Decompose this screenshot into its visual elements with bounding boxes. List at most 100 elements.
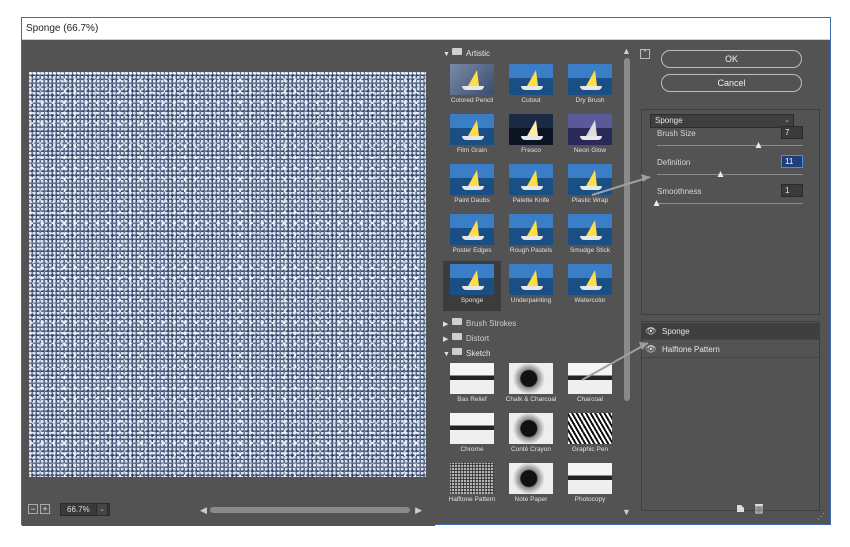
zoom-in-button[interactable]: +	[40, 504, 50, 514]
filter-label: Underpainting	[510, 297, 552, 304]
thumbnail-image	[509, 164, 553, 195]
group-label: Distort	[466, 334, 490, 343]
filter-thumb-rough-pastels[interactable]: Rough Pastels	[502, 211, 560, 261]
filter-label: Charcoal	[576, 396, 603, 403]
group-sketch[interactable]: ▼ Sketch	[443, 347, 490, 361]
group-brush-strokes[interactable]: ▶ Brush Strokes	[443, 317, 516, 331]
zoom-out-button[interactable]: −	[28, 504, 38, 514]
scroll-left-icon[interactable]: ◀	[200, 505, 207, 515]
filter-thumb-film-grain[interactable]: Film Grain	[443, 111, 501, 161]
filter-label: Fresco	[521, 147, 541, 154]
group-artistic[interactable]: ▼ Artistic	[443, 47, 490, 61]
filter-thumb-graphic-pen[interactable]: Graphic Pen	[561, 410, 619, 460]
filter-thumb-neon-glow[interactable]: Neon Glow	[561, 111, 619, 161]
folder-icon	[452, 333, 462, 340]
collapse-gallery-button[interactable]: ⌃	[640, 49, 650, 59]
scroll-down-icon[interactable]: ▼	[622, 507, 631, 517]
thumbnail-image	[450, 264, 494, 295]
thumbnail-image	[450, 64, 494, 95]
filter-label: Film Grain	[457, 147, 487, 154]
layer-name: Halftone Pattern	[662, 345, 720, 354]
filter-thumb-colored-pencil[interactable]: Colored Pencil	[443, 61, 501, 111]
ok-button[interactable]: OK	[661, 50, 802, 68]
filter-thumb-paint-daubs[interactable]: Paint Daubs	[443, 161, 501, 211]
filter-thumb-charcoal[interactable]: Charcoal	[561, 360, 619, 410]
filter-label: Colored Pencil	[450, 97, 494, 104]
thumbnail-image	[450, 363, 494, 394]
scroll-right-icon[interactable]: ▶	[415, 505, 422, 515]
slider-knob[interactable]	[653, 200, 660, 206]
folder-icon	[452, 348, 462, 355]
eye-icon[interactable]: 👁	[645, 341, 657, 358]
filter-thumb-plastic-wrap[interactable]: Plastic Wrap	[561, 161, 619, 211]
slider-knob[interactable]	[755, 142, 762, 148]
scroll-up-icon[interactable]: ▲	[622, 46, 631, 56]
filter-thumb-palette-knife[interactable]: Palette Knife	[502, 161, 560, 211]
filter-thumb-conte-crayon[interactable]: Conté Crayon	[502, 410, 560, 460]
filter-label: Poster Edges	[452, 247, 492, 254]
filter-thumb-bas-relief[interactable]: Bas Relief	[443, 360, 501, 410]
filter-thumb-chrome[interactable]: Chrome	[443, 410, 501, 460]
thumbnail-image	[568, 164, 612, 195]
filter-thumb-note-paper[interactable]: Note Paper	[502, 460, 560, 510]
filter-label: Note Paper	[514, 496, 548, 503]
filter-thumb-poster-edges[interactable]: Poster Edges	[443, 211, 501, 261]
filter-thumb-cutout[interactable]: Cutout	[502, 61, 560, 111]
brush-size-slider[interactable]	[657, 142, 803, 149]
filter-label: Neon Glow	[573, 147, 607, 154]
filter-select[interactable]: Sponge ⌄	[650, 114, 794, 128]
preview-canvas[interactable]	[29, 72, 426, 477]
param-label-definition: Definition	[657, 158, 691, 167]
filter-label: Rough Pastels	[509, 247, 553, 254]
slider-rail	[657, 145, 803, 146]
filter-gallery-window: Sponge (66.7%) − + 66.7% ⌄ ◀ ▶ ▼ Artistic…	[21, 17, 831, 526]
filter-thumb-smudge-stick[interactable]: Smudge Stick	[561, 211, 619, 261]
definition-field[interactable]: 11	[781, 155, 803, 168]
thumbnail-image	[450, 413, 494, 444]
new-layer-icon[interactable]	[736, 503, 746, 516]
filter-thumb-underpainting[interactable]: Underpainting	[502, 261, 560, 311]
filter-thumb-fresco[interactable]: Fresco	[502, 111, 560, 161]
resize-grip-icon[interactable]: ⋰	[817, 512, 827, 522]
scrollbar-thumb[interactable]	[210, 507, 410, 513]
thumbnail-image	[509, 413, 553, 444]
effect-layer-halftone-pattern[interactable]: 👁 Halftone Pattern	[642, 341, 819, 358]
cancel-button[interactable]: Cancel	[661, 74, 802, 92]
brush-size-field[interactable]: 7	[781, 126, 803, 139]
filter-thumb-dry-brush[interactable]: Dry Brush	[561, 61, 619, 111]
collapsed-chevron-icon: ▶	[443, 321, 449, 328]
slider-knob[interactable]	[717, 171, 724, 177]
slider-rail	[657, 174, 803, 175]
thumbnail-image	[450, 214, 494, 245]
preview-toolbar: − + 66.7% ⌄ ◀ ▶	[28, 502, 431, 518]
filter-thumb-chalk-charcoal[interactable]: Chalk & Charcoal	[502, 360, 560, 410]
trash-icon[interactable]	[754, 503, 764, 517]
collapsed-chevron-icon: ▶	[443, 336, 449, 343]
gallery-vertical-scrollbar[interactable]: ▲ ▼	[621, 46, 633, 521]
filter-select-value: Sponge	[655, 116, 683, 125]
filter-label: Smudge Stick	[569, 247, 611, 254]
param-label-brush-size: Brush Size	[657, 129, 696, 138]
eye-icon[interactable]: 👁	[645, 323, 657, 340]
thumbnail-image	[450, 164, 494, 195]
preview-horizontal-scrollbar[interactable]: ◀ ▶	[200, 505, 422, 515]
filter-label: Chalk & Charcoal	[505, 396, 557, 403]
filter-thumb-sponge[interactable]: Sponge	[443, 261, 501, 311]
filter-thumb-halftone-pattern[interactable]: Halftone Pattern	[443, 460, 501, 510]
definition-slider[interactable]	[657, 171, 803, 178]
group-label: Sketch	[466, 349, 491, 358]
scrollbar-thumb[interactable]	[624, 58, 630, 401]
thumbnail-image	[568, 264, 612, 295]
smoothness-slider[interactable]	[653, 200, 803, 207]
filter-label: Bas Relief	[457, 396, 487, 403]
effect-layer-sponge[interactable]: 👁 Sponge	[642, 323, 819, 340]
filter-thumb-photocopy[interactable]: Photocopy	[561, 460, 619, 510]
filter-gallery: ▼ Artistic Colored Pencil Cutout Dry Brus…	[441, 43, 621, 521]
zoom-dropdown[interactable]: ⌄	[96, 503, 108, 516]
filter-label: Graphic Pen	[571, 446, 609, 453]
filter-thumb-watercolor[interactable]: Watercolor	[561, 261, 619, 311]
slider-rail	[657, 203, 803, 204]
group-distort[interactable]: ▶ Distort	[443, 332, 489, 346]
smoothness-field[interactable]: 1	[781, 184, 803, 197]
group-label: Brush Strokes	[466, 319, 517, 328]
